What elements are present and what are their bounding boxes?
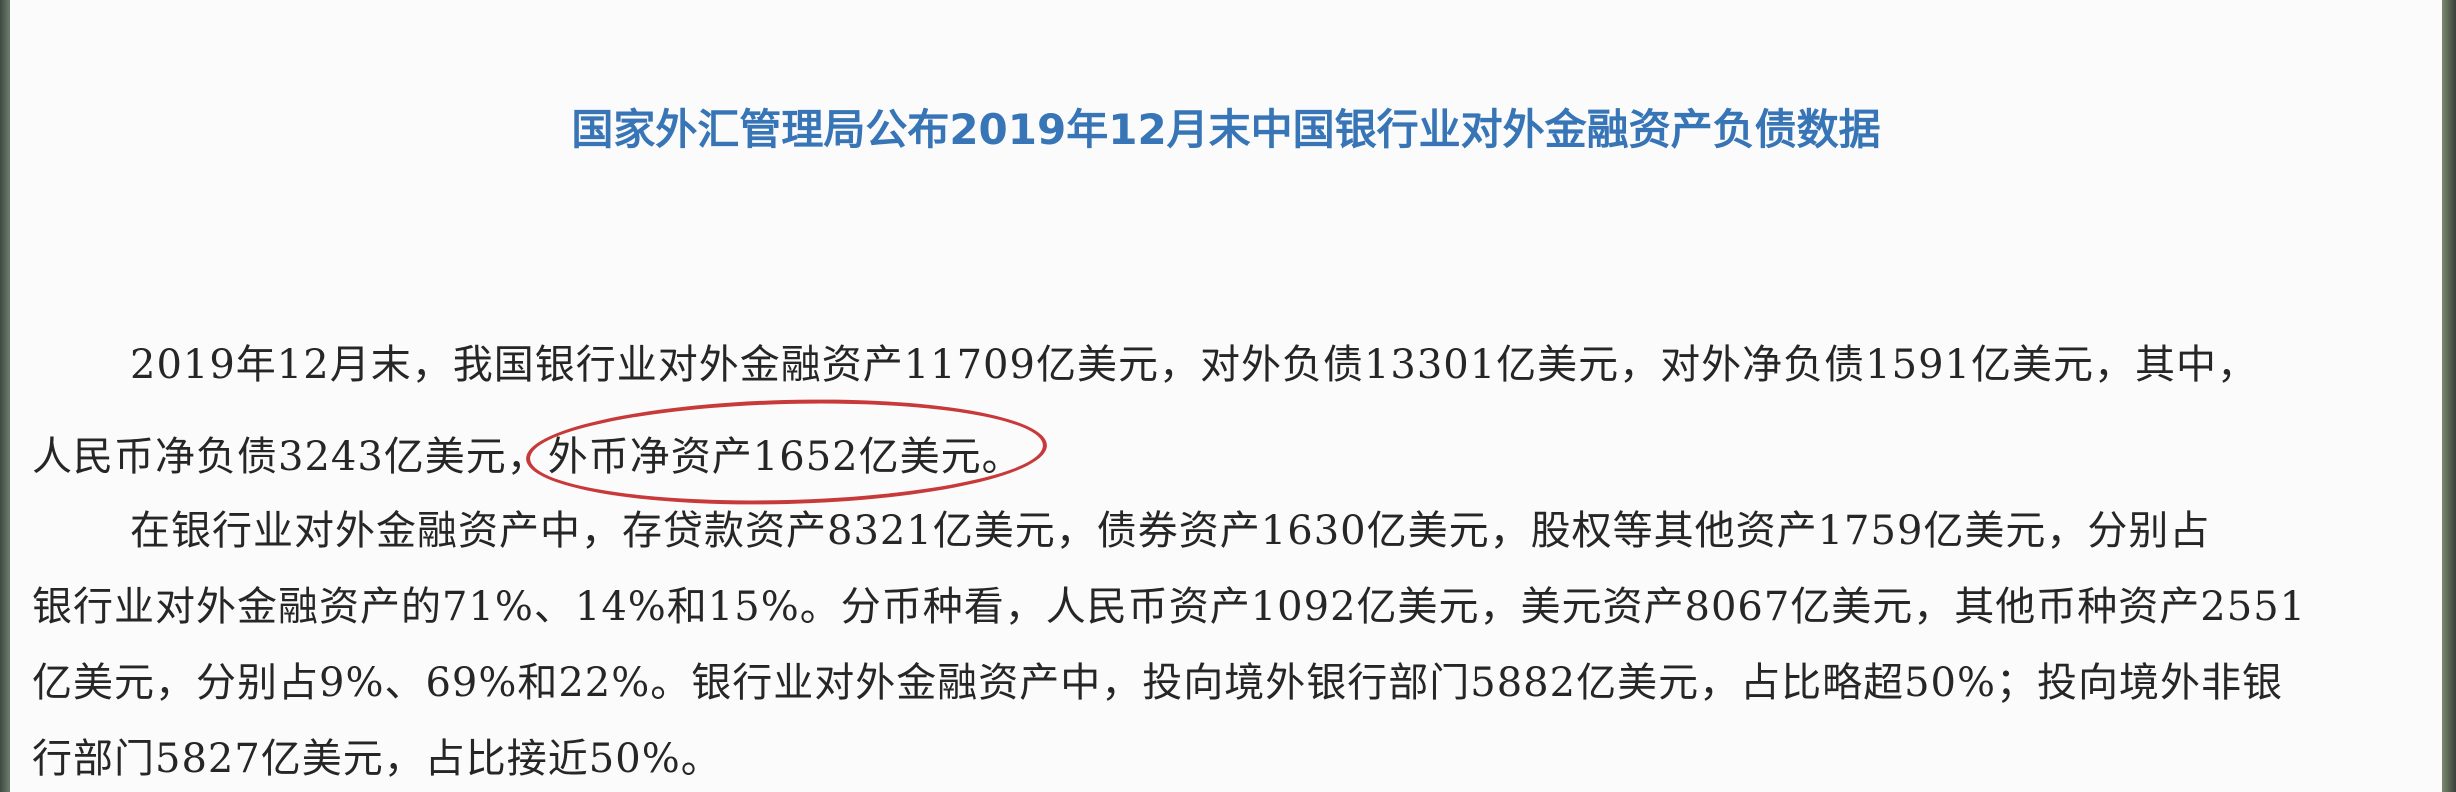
paragraph-1-line-2: 人民币净负债3243亿美元，外币净资产1652亿美元。: [32, 424, 1023, 482]
video-frame-left-edge: [0, 0, 10, 792]
paragraph-2-line-4: 行部门5827亿美元，占比接近50%。: [32, 736, 722, 782]
document-page: 国家外汇管理局公布2019年12月末中国银行业对外金融资产负债数据 2019年1…: [10, 0, 2442, 792]
video-frame-right-edge: [2442, 0, 2456, 792]
paragraph-2-line-1: 在银行业对外金融资产中，存贷款资产8321亿美元，债券资产1630亿美元，股权等…: [130, 508, 2211, 554]
paragraph-2-line-3: 亿美元，分别占9%、69%和22%。银行业对外金融资产中，投向境外银行部门588…: [32, 660, 2283, 706]
paragraph-1-line-1: 2019年12月末，我国银行业对外金融资产11709亿美元，对外负债13301亿…: [130, 342, 2258, 388]
document-title: 国家外汇管理局公布2019年12月末中国银行业对外金融资产负债数据: [571, 105, 1881, 154]
paragraph-2-line-2: 银行业对外金融资产的71%、14%和15%。分币种看，人民币资产1092亿美元，…: [32, 584, 2307, 630]
circled-highlight: 外币净资产1652亿美元。: [548, 424, 1023, 482]
paragraph-1-line-2-text: 人民币净负债3243亿美元，: [32, 434, 548, 480]
